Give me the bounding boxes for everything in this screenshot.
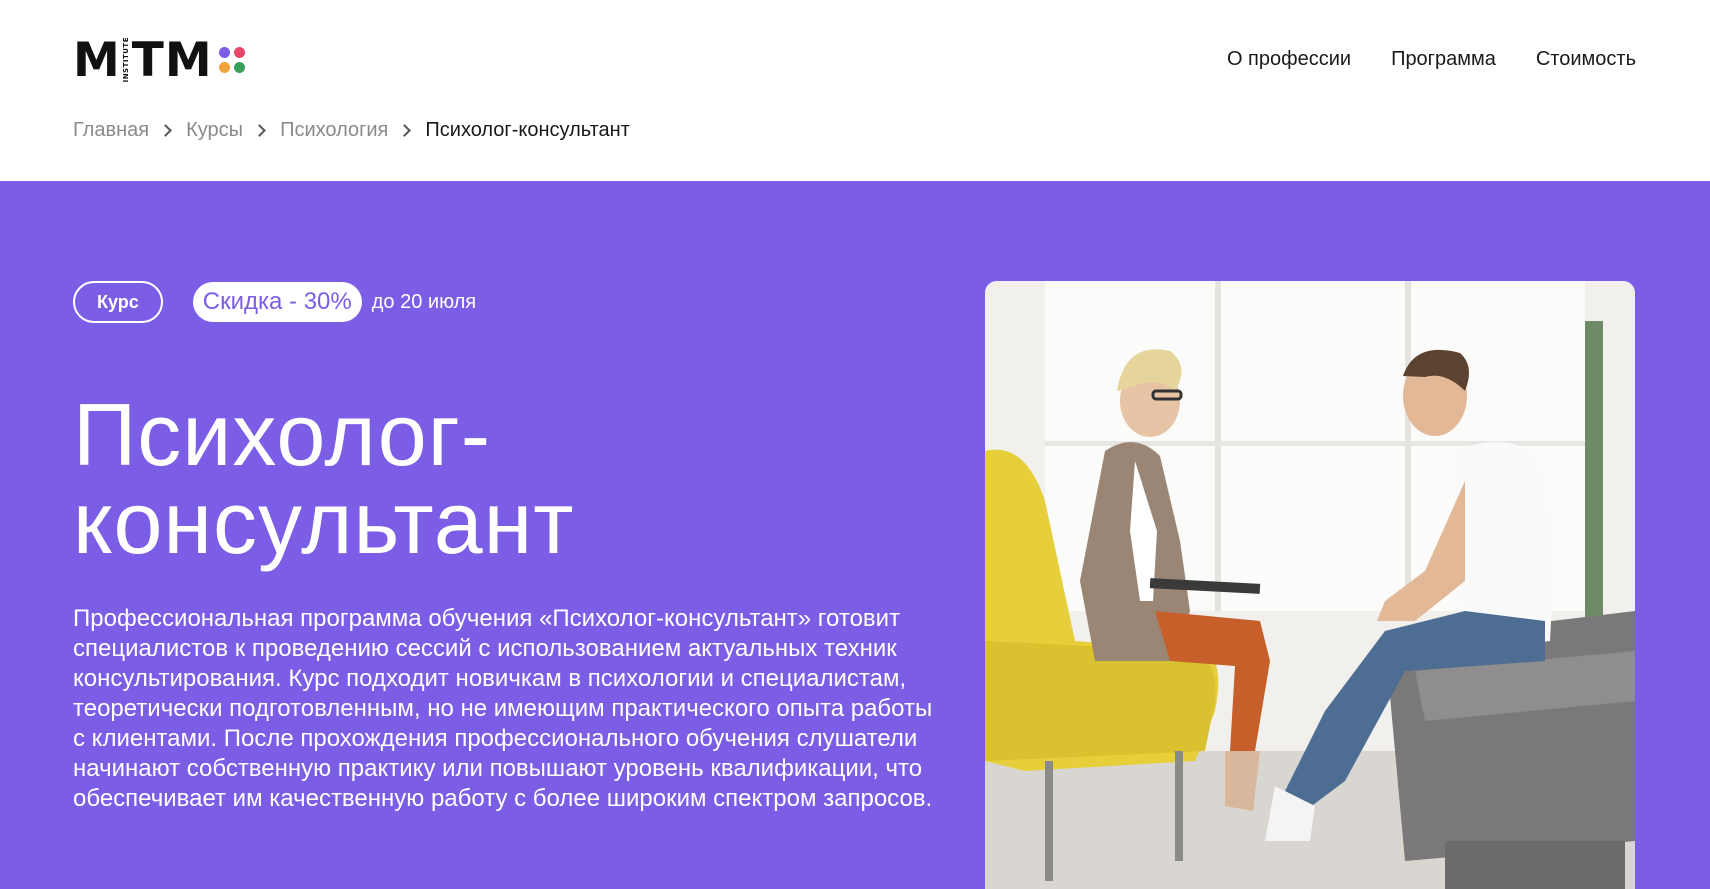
hero-badges: Курс Скидка - 30% до 20 июля <box>73 281 476 323</box>
title-line-1: Психолог- <box>73 385 492 484</box>
logo-dot <box>218 62 230 73</box>
chevron-right-icon <box>398 124 412 137</box>
logo-sub: INSTITUTE <box>121 37 130 83</box>
consultation-photo-illustration <box>985 281 1635 889</box>
logo-dots-icon <box>218 47 245 73</box>
title-line-2: консультант <box>73 473 575 572</box>
chevron-right-icon <box>253 124 266 137</box>
logo[interactable]: M INSTITUTE TM <box>73 36 245 84</box>
discount-until-text: до 20 июля <box>371 290 477 313</box>
breadcrumb: Главная Курсы Психология Психолог-консул… <box>73 119 630 142</box>
breadcrumb-courses[interactable]: Курсы <box>186 119 243 142</box>
breadcrumb-current: Психолог-консультант <box>425 119 630 141</box>
logo-text: M INSTITUTE TM <box>73 32 213 88</box>
course-type-badge: Курс <box>73 281 163 323</box>
discount-badge: Скидка - 30% <box>192 282 362 322</box>
page-title: Психолог- консультант <box>73 391 873 567</box>
logo-dot <box>218 47 230 58</box>
nav-item-program[interactable]: Программа <box>1391 48 1496 71</box>
nav-item-profession[interactable]: О профессии <box>1227 48 1351 71</box>
course-description: Профессиональная программа обучения «Пси… <box>73 605 933 812</box>
breadcrumb-psychology[interactable]: Психология <box>280 119 388 142</box>
chevron-right-icon <box>159 124 172 137</box>
nav-item-price[interactable]: Стоимость <box>1536 48 1636 71</box>
site-header: M INSTITUTE TM О профессии Программа Стоим… <box>0 0 1710 181</box>
hero-section: Курс Скидка - 30% до 20 июля Психолог- к… <box>0 181 1710 889</box>
logo-dot <box>233 47 245 58</box>
hero-photo <box>985 281 1635 889</box>
logo-dot <box>233 62 245 73</box>
main-nav: О профессии Программа Стоимость <box>1227 48 1636 71</box>
breadcrumb-home[interactable]: Главная <box>73 119 149 142</box>
